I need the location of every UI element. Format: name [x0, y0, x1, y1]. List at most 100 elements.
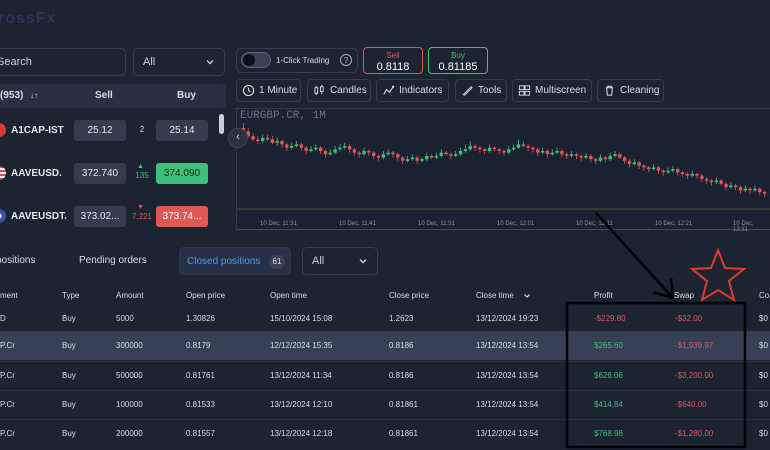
candle-body [704, 178, 709, 181]
column-header-type[interactable]: Type [62, 291, 79, 300]
tab-positions[interactable]: positions [0, 255, 35, 266]
watchlist-symbol: A1CAP-IST [11, 125, 64, 136]
candle-body [304, 147, 308, 151]
candle-body [429, 155, 434, 158]
candle-body [560, 150, 564, 155]
column-header-profit[interactable]: Profit [594, 291, 613, 300]
search-input[interactable] [0, 49, 125, 75]
candle-body [338, 147, 342, 150]
candle-body [400, 157, 405, 161]
watchlist-buy-price[interactable]: 25.14 [156, 120, 208, 141]
watchlist-row[interactable]: AAVEUSD. 372.740 ▲ 135 374.090 [0, 155, 226, 193]
sell-button[interactable]: Sell 0.8118 [363, 47, 423, 74]
candle-body [758, 188, 762, 193]
candle-body [507, 149, 511, 153]
flag-icon [0, 209, 6, 223]
watchlist-scrollbar[interactable] [219, 114, 224, 134]
buy-button-label: Buy [451, 51, 465, 60]
column-header-open-price[interactable]: Open price [186, 291, 225, 300]
cell-type: Buy [62, 429, 76, 438]
candle-body [318, 147, 323, 151]
tab-closed-positions[interactable]: Closed positions 61 [179, 247, 291, 275]
candle-body [613, 154, 617, 156]
buy-button[interactable]: Buy 0.81185 [428, 47, 488, 74]
candle-body [555, 150, 559, 153]
cell-close-price: 0.8186 [389, 371, 414, 380]
column-header-close-time[interactable]: Close time [476, 291, 514, 300]
watchlist-sell-price[interactable]: 25.12 [74, 120, 126, 141]
help-icon[interactable]: ? [340, 54, 352, 66]
cell-commission: $0 [759, 429, 768, 438]
one-click-trading-toggle[interactable] [241, 52, 271, 68]
candle-body [565, 154, 569, 156]
candle-body [603, 157, 608, 160]
candle-body [724, 183, 728, 188]
candle-body [289, 146, 294, 148]
multiscreen-button[interactable]: Multiscreen [512, 79, 592, 102]
candle-body [468, 146, 472, 150]
candle-body [444, 152, 448, 155]
cell-close-time: 13/12/2024 13:54 [476, 371, 539, 380]
candle-body [690, 173, 694, 176]
chevron-down-icon [206, 60, 214, 65]
x-axis-tick: 10 Dec, 12:21 [655, 221, 693, 227]
watchlist-row[interactable]: A1CAP-IST 25.12 2 25.14 [0, 112, 226, 150]
column-header-swap[interactable]: Swap [674, 291, 694, 300]
cell-commission: $0 [759, 341, 768, 350]
tools-label: Tools [478, 85, 502, 96]
candle-body [516, 144, 521, 148]
clock-icon [242, 84, 255, 97]
tab-pending-orders[interactable]: Pending orders [79, 255, 147, 266]
column-header-close-price[interactable]: Close price [389, 291, 429, 300]
cell-open-time: 13/12/2024 12:10 [270, 400, 333, 409]
buy-button-price: 0.81185 [438, 61, 478, 73]
column-header-amount[interactable]: Amount [116, 291, 144, 300]
search-field[interactable] [0, 48, 126, 76]
watchlist-sell-price[interactable]: 372.740 [74, 163, 126, 184]
candle-body [627, 160, 632, 165]
price-chart[interactable] [236, 108, 770, 230]
watchlist-row[interactable]: AAVEUSDT. 373.02... ▼ 7,221 373.74... [0, 198, 226, 236]
table-row[interactable]: P.Cr Buy 300000 0.8179 12/12/2024 15:35 … [0, 331, 770, 360]
table-row[interactable]: P.Cr Buy 500000 0.81761 13/12/2024 11:34… [0, 361, 770, 390]
candles-button[interactable]: Candles [307, 79, 371, 102]
column-header-commission[interactable]: Co [759, 291, 769, 300]
indicators-button[interactable]: Indicators [376, 79, 449, 102]
positions-filter-select[interactable]: All [302, 247, 378, 275]
x-axis-tick: 10 Dec, 12:01 [497, 221, 535, 227]
interval-button[interactable]: 1 Minute [236, 79, 301, 102]
collapse-panel-button[interactable]: ‹ [228, 128, 248, 148]
candle-body [333, 149, 337, 153]
column-header-instrument[interactable]: ment [0, 291, 18, 300]
cleaning-button[interactable]: Cleaning [597, 79, 664, 102]
sort-down-icon[interactable] [523, 292, 531, 300]
x-axis-tick: 10 Dec, 12:31 [733, 221, 754, 233]
candle-body [733, 185, 738, 188]
symbol-filter-select[interactable]: All [133, 48, 225, 76]
candle-body [454, 154, 458, 156]
watchlist-sell-price[interactable]: 373.02... [74, 206, 126, 227]
cell-amount: 5000 [116, 314, 134, 323]
table-row[interactable]: P.Cr Buy 200000 0.81557 13/12/2024 12:18… [0, 419, 770, 448]
watchlist-buy-price[interactable]: 374.090 [156, 163, 208, 184]
candle-body [473, 146, 477, 148]
table-row[interactable]: P.Cr Buy 100000 0.81533 13/12/2024 12:10… [0, 390, 770, 419]
table-row[interactable]: D Buy 5000 1.30826 15/10/2024 15:08 1.26… [0, 304, 770, 333]
cell-open-time: 15/10/2024 15:08 [270, 314, 333, 323]
star-icon [689, 247, 747, 303]
cell-commission: $0 [759, 314, 768, 323]
candle-body [251, 136, 255, 140]
tools-button[interactable]: Tools [455, 79, 507, 102]
candle-body [661, 170, 665, 173]
cell-open-time: 12/12/2024 15:35 [270, 341, 333, 350]
cell-swap: -$640.00 [675, 400, 707, 409]
cell-type: Buy [62, 314, 76, 323]
column-header-open-time[interactable]: Open time [270, 291, 307, 300]
x-axis-tick: 10 Dec, 11:51 [418, 221, 455, 227]
watchlist-spread: 7,221 [131, 212, 153, 221]
sort-icon[interactable]: ↓↑ [30, 91, 38, 100]
sell-button-label: Sell [386, 51, 400, 60]
one-click-trading-label: 1-Click Trading [276, 56, 330, 65]
watchlist-buy-price[interactable]: 373.74... [156, 206, 208, 227]
candle-body [270, 139, 275, 143]
